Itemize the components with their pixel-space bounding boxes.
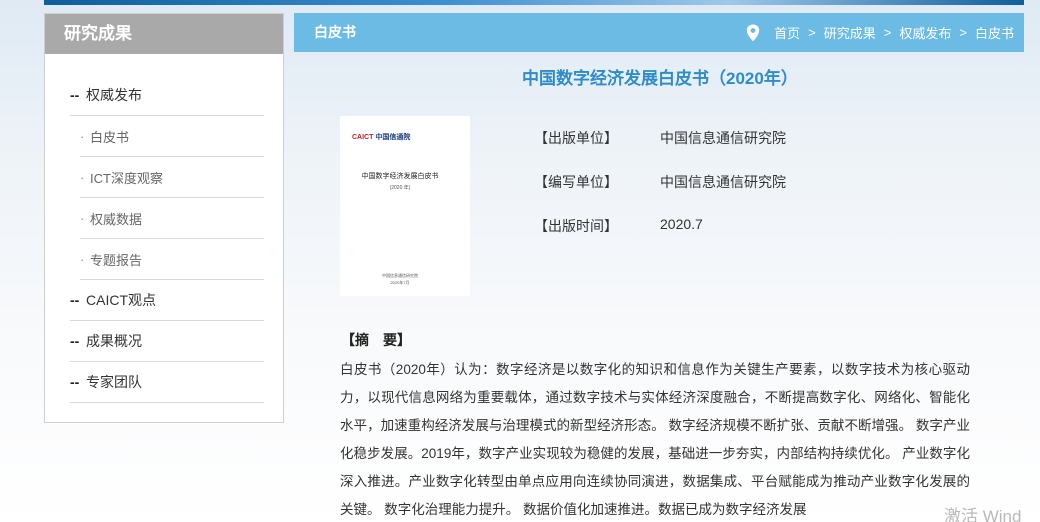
document-title: 中国数字经济发展白皮书（2020年） (522, 69, 798, 88)
sidebar-subitem-label: 权威数据 (90, 211, 143, 227)
meta-key: 【出版时间】 (534, 218, 618, 234)
bullet-icon: · (80, 128, 85, 144)
section-header-bar: 白皮书 首页 > 研究成果 > 权威发布 > 白皮书 (294, 13, 1024, 52)
sidebar-subitem-label: ICT深度观察 (90, 170, 163, 186)
abstract-text: 白皮书（2020年）认为：数字经济是以数字化的知识和信息作为关键生产要素，以数字… (340, 362, 970, 517)
sidebar-item-authoritative-release[interactable]: -- 权威发布 (70, 75, 264, 116)
breadcrumb-release[interactable]: 权威发布 (899, 23, 951, 42)
breadcrumb-separator: > (808, 25, 816, 40)
meta-value: 中国信息通信研究院 (660, 130, 786, 146)
meta-row-publisher: 【出版单位】 中国信息通信研究院 (534, 128, 786, 172)
meta-key: 【编写单位】 (534, 174, 618, 190)
dash-icon: -- (70, 374, 80, 390)
cover-date: 2020年7月 (390, 280, 410, 285)
sidebar-subitem-authoritative-data[interactable]: · 权威数据 (80, 198, 264, 239)
top-banner-strip (44, 0, 1024, 5)
dash-icon: -- (70, 87, 80, 103)
breadcrumb-whitepaper[interactable]: 白皮书 (975, 23, 1014, 42)
cover-image[interactable]: CAICT 中国信通院 中国数字经济发展白皮书 (2020 年) 中国信息通信研… (340, 116, 470, 296)
sidebar-item-caict-viewpoint[interactable]: -- CAICT观点 (70, 280, 264, 321)
breadcrumb-research[interactable]: 研究成果 (824, 23, 876, 42)
breadcrumb: 首页 > 研究成果 > 权威发布 > 白皮书 (746, 13, 1014, 52)
bullet-icon: · (80, 169, 85, 185)
cover-logo-org: 中国信通院 (375, 134, 411, 141)
cover-year: (2020 年) (389, 185, 411, 191)
bullet-icon: · (80, 210, 85, 226)
sidebar-menu: -- 权威发布 · 白皮书 · ICT深度观察 · 权威数据 · 专题报告 --… (45, 54, 283, 403)
dash-icon: -- (70, 292, 80, 308)
sidebar-subitem-whitepaper[interactable]: · 白皮书 (80, 116, 264, 157)
sidebar-subitem-label: 白皮书 (90, 129, 130, 145)
sidebar-title: 研究成果 (45, 14, 283, 54)
activation-watermark: 激活 Wind (944, 507, 1022, 522)
meta-value: 2020.7 (660, 216, 703, 232)
sidebar-item-label: 专家团队 (86, 374, 142, 390)
cover-logo: CAICT 中国信通院 (352, 132, 410, 142)
sidebar-item-expert-team[interactable]: -- 专家团队 (70, 362, 264, 403)
meta-value: 中国信息通信研究院 (660, 174, 786, 190)
meta-key: 【出版单位】 (534, 130, 618, 146)
sidebar-subitem-ict-insight[interactable]: · ICT深度观察 (80, 157, 264, 198)
cover-org: 中国信息通信研究院 (382, 273, 418, 278)
bullet-icon: · (80, 251, 85, 267)
breadcrumb-separator: > (959, 25, 967, 40)
cover-title: 中国数字经济发展白皮书 (361, 173, 439, 180)
meta-row-date: 【出版时间】 2020.7 (534, 216, 786, 260)
sidebar-item-label: 权威发布 (86, 87, 142, 103)
document-metadata: 【出版单位】 中国信息通信研究院 【编写单位】 中国信息通信研究院 【出版时间】… (534, 128, 786, 260)
sidebar-subitem-special-report[interactable]: · 专题报告 (80, 239, 264, 280)
location-pin-icon (746, 24, 760, 41)
abstract-heading: 【摘 要】 (341, 332, 411, 348)
dash-icon: -- (70, 333, 80, 349)
section-title: 白皮书 (314, 24, 356, 40)
cover-logo-mark: CAICT (352, 134, 374, 141)
sidebar-item-label: CAICT观点 (86, 292, 156, 308)
sidebar: 研究成果 -- 权威发布 · 白皮书 · ICT深度观察 · 权威数据 · 专题… (44, 13, 284, 423)
breadcrumb-home[interactable]: 首页 (774, 23, 800, 42)
breadcrumb-separator: > (883, 25, 892, 40)
meta-row-author: 【编写单位】 中国信息通信研究院 (534, 172, 786, 216)
sidebar-item-label: 成果概况 (86, 333, 142, 349)
sidebar-subitem-label: 专题报告 (90, 252, 143, 268)
sidebar-item-achievements[interactable]: -- 成果概况 (70, 321, 264, 362)
